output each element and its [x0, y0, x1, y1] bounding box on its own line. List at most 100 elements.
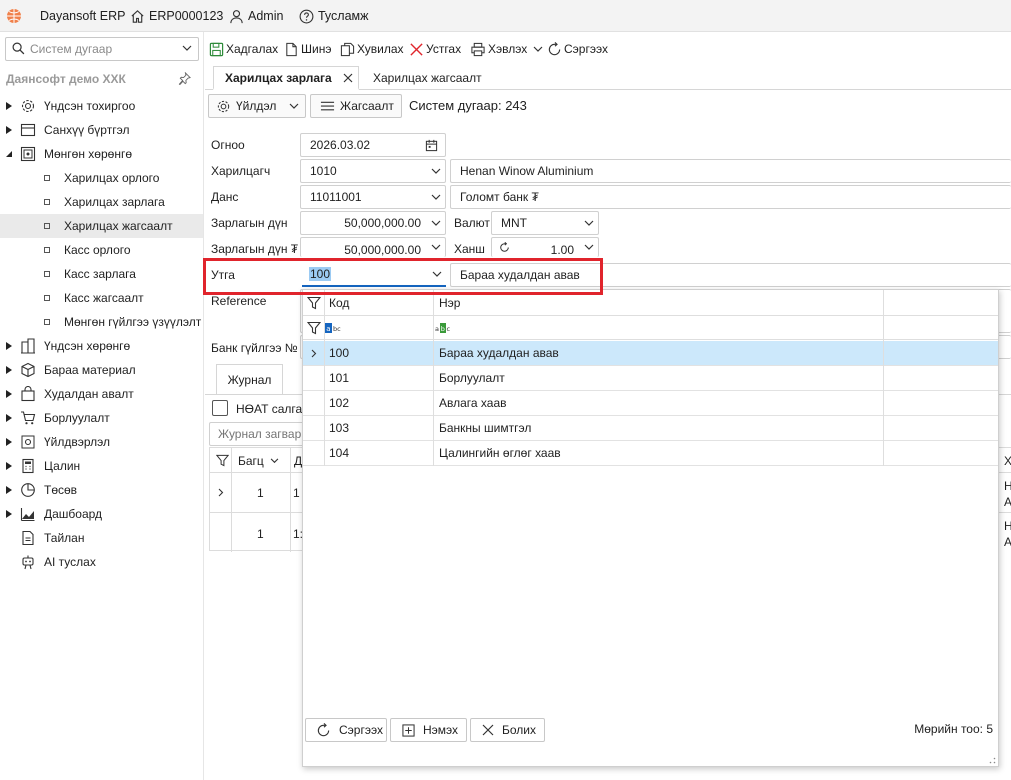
popup-refresh-button[interactable]: Сэргээх [305, 718, 387, 742]
sidebar-item-reports[interactable]: Тайлан [0, 526, 203, 550]
sidebar-item-bank-list[interactable]: Харилцах жагсаалт [0, 214, 203, 238]
sidebar-item-fixed-assets[interactable]: Үндсэн хөрөнгө [0, 334, 203, 358]
bullet-icon [44, 175, 50, 181]
sidebar-item-finance[interactable]: Санхүү бүртгэл [0, 118, 203, 142]
chevron-down-icon[interactable] [182, 45, 192, 52]
filter-icon[interactable] [216, 454, 229, 467]
gear-icon [217, 100, 230, 112]
grid-cell: 1 [257, 527, 264, 541]
popup-cancel-button[interactable]: Болих [470, 718, 545, 742]
sidebar-item-sales[interactable]: Борлуулалт [0, 406, 203, 430]
chevron-down-icon[interactable] [427, 186, 445, 208]
refresh-button[interactable]: Сэргээх [547, 37, 608, 61]
resize-grip-icon[interactable] [989, 757, 996, 764]
help-button[interactable]: Тусламж [299, 0, 369, 32]
journal-template-field[interactable] [209, 422, 309, 446]
sidebar-item-cash-expense[interactable]: Касс зарлага [0, 262, 203, 286]
lookup-row[interactable]: 104 Цалингийн өглөг хаав [303, 441, 998, 466]
caret-right-icon [6, 366, 12, 374]
tab-bank-expense[interactable]: Харилцах зарлага [213, 66, 359, 90]
delete-label: Устгах [426, 42, 462, 56]
sidebar-item-cash-list[interactable]: Касс жагсаалт [0, 286, 203, 310]
caret-right-icon [6, 438, 12, 446]
grid-cell: Н А [1004, 478, 1011, 510]
chevron-down-icon[interactable] [533, 46, 543, 53]
action-menu-button[interactable]: Үйлдэл [208, 94, 306, 118]
vat-checkbox[interactable] [212, 400, 228, 416]
rate-label: Ханш [454, 242, 485, 256]
rate-field[interactable]: 1.00 [491, 237, 599, 257]
grid-cell: Н А [1004, 518, 1011, 550]
chevron-down-icon[interactable] [427, 212, 445, 234]
popup-add-button[interactable]: Нэмэх [390, 718, 467, 742]
sidebar-item-production[interactable]: Үйлдвэрлэл [0, 430, 203, 454]
text-filter-abc-icon[interactable]: abc [325, 323, 342, 333]
vat-label: НӨАТ салгах [236, 402, 302, 416]
sidebar-item-basic-settings[interactable]: Үндсэн тохиргоо [0, 94, 203, 118]
lookup-row[interactable]: 103 Банкны шимтгэл [303, 416, 998, 441]
user-menu[interactable]: Admin [229, 0, 283, 32]
partner-code-field[interactable]: 1010 [300, 159, 446, 183]
list-button[interactable]: Жагсаалт [310, 94, 402, 118]
calendar-icon[interactable] [425, 139, 438, 152]
popup-refresh-label: Сэргээх [339, 723, 383, 737]
sidebar-item-payroll[interactable]: Цалин [0, 454, 203, 478]
refresh-icon[interactable] [499, 242, 510, 253]
date-value: 2026.03.02 [310, 138, 371, 152]
save-button[interactable]: Хадгалах [209, 37, 278, 61]
currency-select[interactable]: MNT [491, 211, 599, 235]
sidebar-item-bank-income[interactable]: Харилцах орлого [0, 166, 203, 190]
db-name: ERP0000123 [149, 9, 224, 23]
delete-button[interactable]: Устгах [409, 37, 461, 61]
journal-template-input[interactable] [210, 427, 308, 441]
tab-journal[interactable]: Журнал [216, 364, 283, 394]
svg-text:a: a [326, 325, 330, 333]
new-button[interactable]: Шинэ [284, 37, 331, 61]
chevron-down-icon[interactable] [427, 160, 445, 182]
text-filter-abc-icon[interactable]: abc [435, 323, 452, 333]
grid-header-x: Х [1004, 454, 1011, 468]
search-input[interactable] [30, 41, 170, 57]
amount-mnt-field[interactable]: 50,000,000.00 [300, 237, 446, 257]
sidebar-item-budget[interactable]: Төсөв [0, 478, 203, 502]
db-selector[interactable]: ERP0000123 [130, 0, 223, 32]
account-code: 11011001 [310, 190, 362, 204]
copy-button[interactable]: Хувилах [340, 37, 404, 61]
sidebar-item-purchasing[interactable]: Худалдан авалт [0, 382, 203, 406]
lookup-row[interactable]: 101 Борлуулалт [303, 366, 998, 391]
lookup-row[interactable]: 102 Авлага хаав [303, 391, 998, 416]
chevron-down-icon[interactable] [580, 238, 598, 257]
area-chart-icon [20, 508, 35, 522]
lookup-row[interactable]: 100 Бараа худалдан авав [303, 341, 998, 366]
sidebar-search[interactable] [5, 37, 199, 61]
chevron-down-icon[interactable] [427, 238, 445, 257]
date-field[interactable]: 2026.03.02 [300, 133, 446, 157]
sidebar-item-dashboard[interactable]: Дашбоард [0, 502, 203, 526]
cart-icon [21, 411, 36, 425]
tab-label: Журнал [227, 372, 272, 387]
sidebar-item-label: Мөнгөн хөрөнгө [44, 147, 133, 161]
sidebar-item-cashflow-indicator[interactable]: Мөнгөн гүйлгээ үзүүлэлт [0, 310, 203, 334]
sidebar-item-cash-income[interactable]: Касс орлого [0, 238, 203, 262]
grid-cell: 1 [293, 486, 300, 500]
robot-icon [22, 555, 34, 570]
sidebar-item-inventory[interactable]: Бараа материал [0, 358, 203, 382]
pin-icon[interactable] [178, 72, 191, 85]
close-icon[interactable] [343, 73, 353, 83]
sidebar-item-ai-assistant[interactable]: AI туслах [0, 550, 203, 574]
sidebar-item-bank-expense[interactable]: Харилцах зарлага [0, 190, 203, 214]
tab-bank-list[interactable]: Харилцах жагсаалт [362, 66, 492, 90]
amount-field[interactable]: 50,000,000.00 [300, 211, 446, 235]
highlight-box [203, 258, 603, 295]
chevron-down-icon[interactable] [580, 212, 598, 234]
chevron-right-icon[interactable] [218, 488, 224, 497]
filter-icon[interactable] [307, 321, 321, 335]
sort-icon[interactable] [270, 458, 279, 464]
currency-label: Валют [454, 216, 490, 230]
amount-value: 50,000,000.00 [344, 216, 421, 230]
print-button[interactable]: Хэвлэх [470, 37, 543, 61]
account-code-field[interactable]: 11011001 [300, 185, 446, 209]
sidebar-item-cash[interactable]: Мөнгөн хөрөнгө [0, 142, 203, 166]
date-label: Огноо [211, 138, 245, 152]
popup-filter-row [303, 316, 998, 340]
